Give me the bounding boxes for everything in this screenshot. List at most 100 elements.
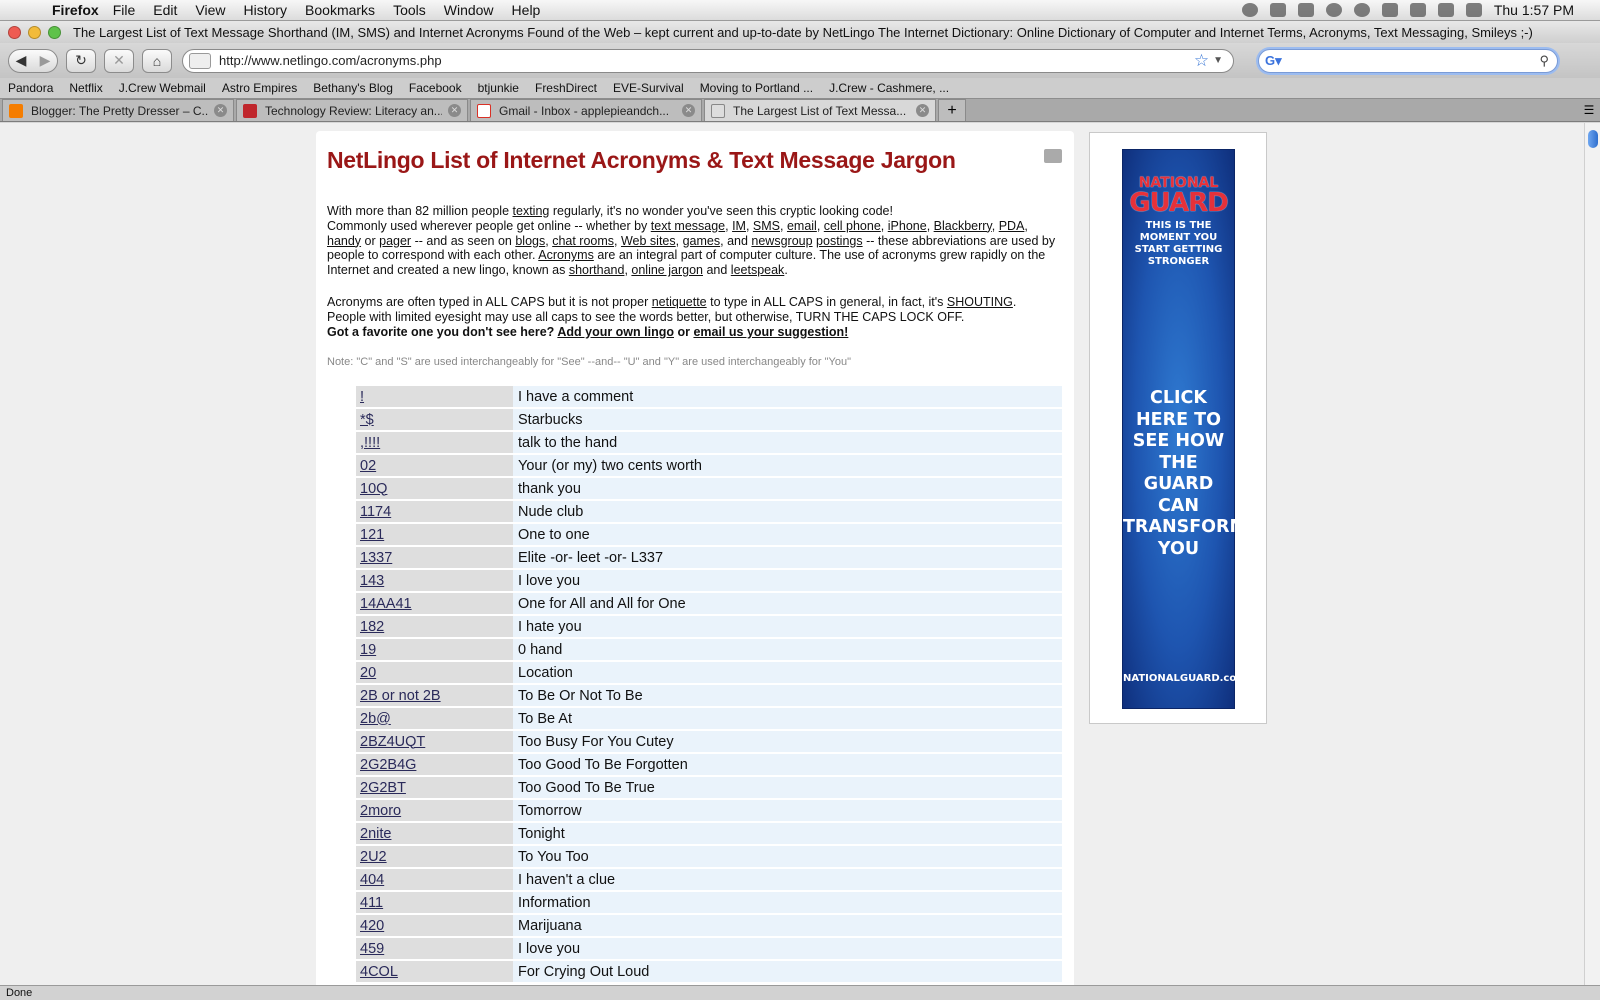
bookmark-item[interactable]: EVE-Survival xyxy=(613,81,684,95)
link-sms[interactable]: SMS xyxy=(753,219,780,233)
zoom-window-button[interactable] xyxy=(48,25,61,39)
link-add-your-own-lingo[interactable]: Add your own lingo xyxy=(557,325,674,339)
menu-help[interactable]: Help xyxy=(512,2,541,18)
volume-icon[interactable] xyxy=(1465,3,1482,17)
link-leetspeak[interactable]: leetspeak xyxy=(731,263,785,277)
vertical-scrollbar[interactable] xyxy=(1584,123,1600,985)
bookmark-item[interactable]: Moving to Portland ... xyxy=(700,81,813,95)
url-bar[interactable]: http://www.netlingo.com/acronyms.php ☆ ▼ xyxy=(182,48,1234,73)
close-window-button[interactable] xyxy=(8,25,21,39)
site-identity-icon[interactable] xyxy=(189,52,211,69)
bookmark-item[interactable]: Netflix xyxy=(69,81,102,95)
menu-bookmarks[interactable]: Bookmarks xyxy=(305,2,375,18)
link-newsgroup[interactable]: newsgroup xyxy=(751,234,812,248)
bookmark-item[interactable]: J.Crew Webmail xyxy=(119,81,206,95)
minimize-window-button[interactable] xyxy=(28,25,41,39)
bookmark-item[interactable]: btjunkie xyxy=(478,81,519,95)
close-tab-icon[interactable]: ✕ xyxy=(916,104,929,117)
link-netiquette[interactable]: netiquette xyxy=(652,295,707,309)
link-texting[interactable]: texting xyxy=(513,204,550,218)
link-postings[interactable]: postings xyxy=(816,234,863,248)
acronym-link[interactable]: 2U2 xyxy=(360,849,387,865)
scrollbar-thumb[interactable] xyxy=(1588,130,1598,148)
screen-share-icon[interactable] xyxy=(1297,3,1314,17)
headphones-icon[interactable] xyxy=(1269,3,1286,17)
menu-window[interactable]: Window xyxy=(444,2,494,18)
acronym-link[interactable]: ,!!!! xyxy=(360,435,380,451)
bookmark-star-icon[interactable]: ☆ xyxy=(1194,51,1209,71)
acronym-link[interactable]: 02 xyxy=(360,458,376,474)
menubar-clock[interactable]: Thu 1:57 PM xyxy=(1494,2,1574,18)
acronym-link[interactable]: 14AA41 xyxy=(360,596,412,612)
list-all-tabs-icon[interactable]: ☰ xyxy=(1578,99,1600,121)
link-shouting[interactable]: SHOUTING xyxy=(947,295,1013,309)
acronym-link[interactable]: 1337 xyxy=(360,550,392,566)
new-tab-button[interactable]: + xyxy=(938,99,966,121)
display-icon[interactable] xyxy=(1381,3,1398,17)
acronym-link[interactable]: 2B or not 2B xyxy=(360,688,441,704)
bookmark-item[interactable]: Pandora xyxy=(8,81,53,95)
national-guard-ad[interactable]: NATIONAL GUARD THIS IS THE MOMENT YOU STA… xyxy=(1122,149,1247,709)
acronym-link[interactable]: 459 xyxy=(360,941,384,957)
stop-button[interactable]: ✕ xyxy=(104,48,134,73)
link-email[interactable]: email xyxy=(787,219,817,233)
tab-blogger[interactable]: Blogger: The Pretty Dresser – C... ✕ xyxy=(2,99,234,121)
tab-netlingo[interactable]: The Largest List of Text Messa... ✕ xyxy=(704,99,936,121)
link-web-sites[interactable]: Web sites xyxy=(621,234,676,248)
link-pda[interactable]: PDA xyxy=(999,219,1025,233)
search-icon[interactable]: ⚲ xyxy=(1539,53,1549,69)
menu-view[interactable]: View xyxy=(195,2,225,18)
link-handy[interactable]: handy xyxy=(327,234,361,248)
search-bar[interactable]: G▾ ⚲ xyxy=(1258,48,1558,73)
close-tab-icon[interactable]: ✕ xyxy=(448,104,461,117)
link-chat-rooms[interactable]: chat rooms xyxy=(552,234,614,248)
home-button[interactable]: ⌂ xyxy=(142,48,172,73)
acronym-link[interactable]: 19 xyxy=(360,642,376,658)
url-text[interactable]: http://www.netlingo.com/acronyms.php xyxy=(219,53,442,68)
link-games[interactable]: games xyxy=(683,234,721,248)
moon-icon[interactable] xyxy=(1325,3,1342,17)
acronym-link[interactable]: 404 xyxy=(360,872,384,888)
bookmark-item[interactable]: FreshDirect xyxy=(535,81,597,95)
menu-history[interactable]: History xyxy=(243,2,287,18)
acronym-link[interactable]: 4COL xyxy=(360,964,398,980)
acronym-link[interactable]: 411 xyxy=(360,895,383,911)
acronym-link[interactable]: 182 xyxy=(360,619,384,635)
reload-button[interactable]: ↻ xyxy=(66,48,96,73)
bookmark-item[interactable]: J.Crew - Cashmere, ... xyxy=(829,81,949,95)
link-pager[interactable]: pager xyxy=(379,234,411,248)
link-iphone[interactable]: iPhone xyxy=(888,219,927,233)
acronym-link[interactable]: 420 xyxy=(360,918,384,934)
acronym-link[interactable]: ! xyxy=(360,389,364,405)
search-input[interactable] xyxy=(1291,53,1540,68)
wifi-icon[interactable] xyxy=(1437,3,1454,17)
link-online-jargon[interactable]: online jargon xyxy=(631,263,703,277)
bluetooth-icon[interactable] xyxy=(1409,3,1426,17)
acronym-link[interactable]: 2moro xyxy=(360,803,401,819)
google-engine-icon[interactable]: G▾ xyxy=(1265,53,1291,69)
time-machine-icon[interactable] xyxy=(1353,3,1370,17)
menu-tools[interactable]: Tools xyxy=(393,2,426,18)
link-email-suggestion[interactable]: email us your suggestion! xyxy=(693,325,848,339)
link-blackberry[interactable]: Blackberry xyxy=(934,219,992,233)
bookmark-item[interactable]: Bethany's Blog xyxy=(313,81,393,95)
url-dropdown-icon[interactable]: ▼ xyxy=(1213,55,1223,66)
acronym-link[interactable]: 10Q xyxy=(360,481,387,497)
bookmark-item[interactable]: Facebook xyxy=(409,81,462,95)
acronym-link[interactable]: 143 xyxy=(360,573,384,589)
ad-url[interactable]: NATIONALGUARD.com xyxy=(1123,673,1247,684)
tab-technology-review[interactable]: Technology Review: Literacy an... ✕ xyxy=(236,99,468,121)
close-tab-icon[interactable]: ✕ xyxy=(214,104,227,117)
forward-arrow-icon[interactable]: ▶ xyxy=(40,52,51,69)
back-arrow-icon[interactable]: ◀ xyxy=(16,52,27,69)
link-shorthand[interactable]: shorthand xyxy=(569,263,625,277)
link-text-message[interactable]: text message xyxy=(651,219,725,233)
acronym-link[interactable]: *$ xyxy=(360,412,374,428)
acronym-link[interactable]: 2nite xyxy=(360,826,391,842)
menu-app-name[interactable]: Firefox xyxy=(52,2,99,18)
menu-file[interactable]: File xyxy=(113,2,136,18)
acronym-link[interactable]: 2G2B4G xyxy=(360,757,416,773)
link-blogs[interactable]: blogs xyxy=(515,234,545,248)
printer-icon[interactable] xyxy=(1044,149,1062,163)
acronym-link[interactable]: 121 xyxy=(360,527,384,543)
